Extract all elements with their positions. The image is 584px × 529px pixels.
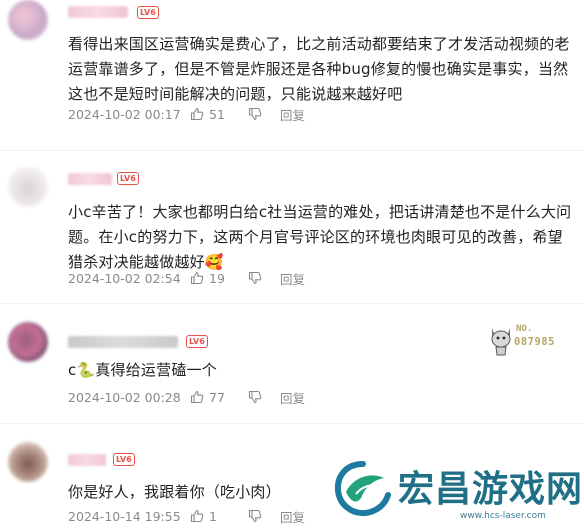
comment-date: 2024-10-02 00:17 — [68, 106, 181, 122]
like-button[interactable]: 1 — [190, 509, 248, 524]
like-count: 19 — [209, 270, 225, 286]
thumbs-up-icon — [190, 390, 204, 404]
divider — [0, 303, 584, 304]
comment-meta: 2024-10-02 02:54 19 回复 — [68, 268, 305, 288]
username-blurred[interactable] — [68, 6, 128, 18]
cat-mascot-icon — [491, 328, 511, 356]
avatar[interactable] — [8, 442, 48, 482]
like-count: 1 — [209, 508, 217, 524]
thumbs-down-icon — [248, 390, 262, 404]
like-button[interactable]: 51 — [190, 107, 248, 122]
comment-1: LV6 看得出来国区运营确实是费心了，比之前活动都要结束了才发活动视频的老运营靠… — [0, 0, 584, 140]
like-count: 77 — [209, 389, 225, 405]
reply-button[interactable]: 回复 — [280, 507, 305, 526]
like-button[interactable]: 19 — [190, 271, 248, 286]
comment-meta: 2024-10-02 00:28 77 回复 — [68, 387, 305, 407]
reply-button[interactable]: 回复 — [280, 105, 305, 124]
like-button[interactable]: 77 — [190, 390, 248, 405]
reply-button[interactable]: 回复 — [280, 269, 305, 288]
level-badge: LV6 — [137, 6, 159, 19]
thumbs-up-icon — [190, 509, 204, 523]
comment-text: 小c辛苦了！大家也都明白给c社当运营的难处，把话讲清楚也不是什么大问题。在小c的… — [68, 203, 572, 271]
username-blurred[interactable] — [68, 173, 112, 185]
avatar[interactable] — [8, 322, 48, 362]
dislike-button[interactable] — [248, 509, 280, 523]
watermark-url: www.hcs-laser.com — [460, 511, 546, 521]
like-count: 51 — [209, 106, 225, 122]
site-watermark: 宏昌游戏网 www.hcs-laser.com — [330, 452, 584, 529]
thumbs-down-icon — [248, 107, 262, 121]
dislike-button[interactable] — [248, 271, 280, 285]
comment-meta: 2024-10-02 00:17 51 回复 — [68, 104, 305, 124]
dislike-button[interactable] — [248, 390, 280, 404]
badge-number: 087985 — [514, 336, 555, 348]
comment-text: c🐍真得给运营磕一个 — [68, 361, 217, 379]
thumbs-up-icon — [190, 107, 204, 121]
comment-date: 2024-10-02 00:28 — [68, 389, 181, 405]
level-badge: LV6 — [117, 172, 139, 185]
dislike-button[interactable] — [248, 107, 280, 121]
username-blurred[interactable] — [68, 336, 178, 348]
comment-meta: 2024-10-14 19:55 1 回复 — [68, 506, 305, 526]
comment-date: 2024-10-02 02:54 — [68, 270, 181, 286]
divider — [0, 423, 584, 424]
level-badge: LV6 — [186, 335, 208, 348]
thumbs-up-icon — [190, 271, 204, 285]
thumbs-down-icon — [248, 509, 262, 523]
avatar[interactable] — [8, 0, 48, 40]
reply-button[interactable]: 回复 — [280, 388, 305, 407]
comment-date: 2024-10-14 19:55 — [68, 508, 181, 524]
badge-no: NO. — [516, 324, 533, 334]
level-badge: LV6 — [113, 453, 135, 466]
avatar[interactable] — [8, 167, 48, 207]
username-blurred[interactable] — [68, 454, 106, 466]
comment-text: 看得出来国区运营确实是费心了，比之前活动都要结束了才发活动视频的老运营靠谱多了，… — [68, 35, 570, 103]
watermark-logo — [334, 461, 391, 517]
thumbs-down-icon — [248, 271, 262, 285]
watermark-title: 宏昌游戏网 — [398, 469, 584, 510]
divider — [0, 150, 584, 151]
